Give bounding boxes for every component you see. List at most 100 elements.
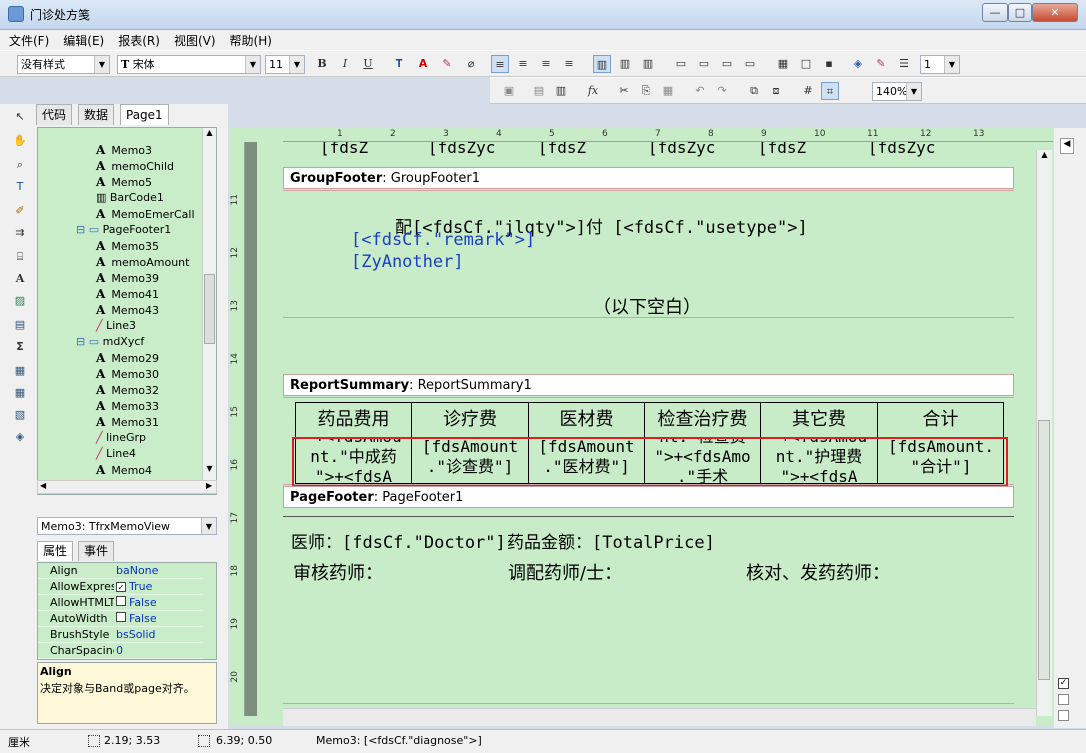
- tab-data[interactable]: 数据: [78, 104, 115, 125]
- tree-item[interactable]: AmemoChild: [96, 158, 174, 174]
- tab-events[interactable]: 事件: [78, 541, 115, 561]
- grid-icon[interactable]: #: [799, 82, 817, 100]
- property-row[interactable]: CharSpacing 0: [38, 643, 203, 659]
- tree-item[interactable]: ⊟ ▭ mdXycf: [76, 334, 144, 350]
- tree-item[interactable]: ╱ Line4: [96, 446, 136, 462]
- memo-doctor[interactable]: 医师：[fdsCf."Doctor"]: [291, 528, 506, 553]
- property-row[interactable]: BrushStyle bsSolid: [38, 627, 203, 643]
- tree-item[interactable]: A Memo4: [96, 462, 152, 478]
- tree-item[interactable]: A Memo3: [96, 142, 152, 158]
- tree-item[interactable]: A Memo39: [96, 270, 159, 286]
- checkbox-icon[interactable]: [116, 612, 126, 622]
- memo-zyanother[interactable]: [ZyAnother]: [351, 252, 464, 272]
- checkbox-1[interactable]: ✓: [1058, 678, 1069, 689]
- memo-strip-4[interactable]: [fdsZyc: [648, 142, 715, 157]
- header-material-fee[interactable]: 医材费: [528, 402, 645, 438]
- checkbox-2[interactable]: [1058, 694, 1069, 705]
- group-footer-band[interactable]: 配[<fdsCf."jlqty">]付 [<fdsCf."usetype">] …: [283, 190, 1014, 318]
- memo-total-price[interactable]: 药品金额：[TotalPrice]: [507, 528, 715, 553]
- design-vscrollbar[interactable]: ▲: [1036, 150, 1052, 716]
- tab-code[interactable]: 代码: [36, 104, 73, 125]
- tree-item[interactable]: ⊟ ▭ PageFooter1: [76, 222, 171, 238]
- close-button[interactable]: ✕: [1032, 3, 1078, 22]
- align-right-icon[interactable]: ≡: [537, 55, 555, 73]
- frame-all-icon[interactable]: ▦: [774, 55, 792, 73]
- header-drug-fee[interactable]: 药品费用: [295, 402, 412, 438]
- shadow-icon[interactable]: ▪: [820, 55, 838, 73]
- tree-item[interactable]: A Memo33: [96, 398, 159, 414]
- valign-center-icon[interactable]: ▥: [616, 55, 634, 73]
- tree-item[interactable]: A Memo41: [96, 286, 159, 302]
- font-combo[interactable]: T 宋体 ▼: [117, 55, 261, 74]
- ole-tool-icon[interactable]: ◈: [11, 428, 29, 446]
- style-combo[interactable]: 没有样式 ▼: [17, 55, 110, 74]
- underline-button[interactable]: U: [359, 55, 377, 73]
- text-tool-icon[interactable]: T: [11, 178, 29, 196]
- tree-item[interactable]: A Memo43: [96, 302, 159, 318]
- frame-right-icon[interactable]: ▭: [741, 55, 759, 73]
- tree-item[interactable]: A Memo32: [96, 382, 159, 398]
- scroll-right-icon[interactable]: ▶: [206, 481, 212, 490]
- tree-item[interactable]: ╱ Line3: [96, 318, 136, 334]
- valign-bottom-icon[interactable]: ▥: [639, 55, 657, 73]
- crosstab-tool-icon[interactable]: ▦: [11, 384, 29, 402]
- zoom-combo[interactable]: 140% ▼: [872, 82, 922, 101]
- group-icon[interactable]: ⧉: [745, 82, 763, 100]
- menu-file[interactable]: 文件(F): [4, 30, 54, 51]
- tree-item[interactable]: ▥ BarCode1: [96, 190, 164, 206]
- property-row[interactable]: AllowHTMLTa False: [38, 595, 203, 611]
- memo-checker[interactable]: 核对、发药药师：: [746, 559, 890, 585]
- menu-view[interactable]: 视图(V): [169, 30, 221, 51]
- rich-text-tool-icon[interactable]: ▧: [11, 406, 29, 424]
- memo-strip-1[interactable]: [fdsZ: [320, 142, 368, 157]
- frame-color-icon[interactable]: ✎: [872, 55, 890, 73]
- function-icon[interactable]: fx: [584, 82, 602, 100]
- fill-color-icon[interactable]: ◈: [849, 55, 867, 73]
- align-center-icon[interactable]: ≡: [514, 55, 532, 73]
- property-row[interactable]: Align baNone: [38, 563, 203, 579]
- tree-item[interactable]: A MemoEmerCall: [96, 206, 195, 222]
- checkbox-icon[interactable]: [116, 596, 126, 606]
- scroll-up-icon[interactable]: ▲: [1038, 150, 1051, 164]
- header-other-fee[interactable]: 其它费: [760, 402, 878, 438]
- memo-remark[interactable]: [<fdsCf."remark">]: [351, 230, 535, 250]
- chart-tool-icon[interactable]: ▦: [11, 362, 29, 380]
- tree-item[interactable]: AmemoAmount: [96, 254, 189, 270]
- align-left-icon[interactable]: ≡: [491, 55, 509, 73]
- tree-item[interactable]: A Memo31: [96, 414, 159, 430]
- tab-properties[interactable]: 属性: [37, 541, 74, 561]
- picture-tool-icon[interactable]: ▨: [11, 292, 29, 310]
- design-hscrollbar[interactable]: [283, 708, 1036, 726]
- zoom-tool-icon[interactable]: ⌕: [11, 156, 29, 174]
- bold-button[interactable]: B: [313, 55, 331, 73]
- clear-format-icon[interactable]: ⌀: [462, 55, 480, 73]
- collapse-icon[interactable]: ◀: [1060, 138, 1074, 154]
- redo-icon[interactable]: ↷: [713, 82, 731, 100]
- menu-help[interactable]: 帮助(H): [225, 30, 277, 51]
- frame-none-icon[interactable]: □: [797, 55, 815, 73]
- memo-reviewer[interactable]: 审核药师：: [293, 559, 383, 585]
- band-tool-icon[interactable]: ⇉: [11, 224, 29, 242]
- scroll-thumb[interactable]: [1038, 420, 1050, 680]
- tree-item[interactable]: A Memo29: [96, 350, 159, 366]
- font-color-icon[interactable]: A: [414, 55, 432, 73]
- tree-item[interactable]: A Memo5: [96, 174, 152, 190]
- align-justify-icon[interactable]: ≡: [560, 55, 578, 73]
- frame-left-icon[interactable]: ▭: [718, 55, 736, 73]
- property-value[interactable]: ✓ True: [116, 579, 152, 595]
- group-footer-header[interactable]: GroupFooter: GroupFooter1: [283, 167, 1014, 189]
- property-row[interactable]: AutoWidth False: [38, 611, 203, 627]
- subreport-tool-icon[interactable]: ▤: [11, 316, 29, 334]
- save-icon[interactable]: ▣: [500, 82, 518, 100]
- cut-icon[interactable]: ✂: [615, 82, 633, 100]
- tab-page1[interactable]: Page1: [120, 104, 169, 125]
- undo-icon[interactable]: ↶: [691, 82, 709, 100]
- format-painter-icon[interactable]: ✐: [11, 202, 29, 220]
- scroll-thumb[interactable]: [204, 274, 215, 344]
- page-footer-band[interactable]: 医师：[fdsCf."Doctor"] 药品金额：[TotalPrice] 审核…: [283, 516, 1014, 704]
- menu-report[interactable]: 报表(R): [113, 30, 165, 51]
- property-value[interactable]: False: [116, 595, 157, 611]
- sum-tool-icon[interactable]: Σ: [11, 338, 29, 356]
- header-total[interactable]: 合计: [877, 402, 1004, 438]
- memo-tool-icon[interactable]: A: [11, 270, 29, 288]
